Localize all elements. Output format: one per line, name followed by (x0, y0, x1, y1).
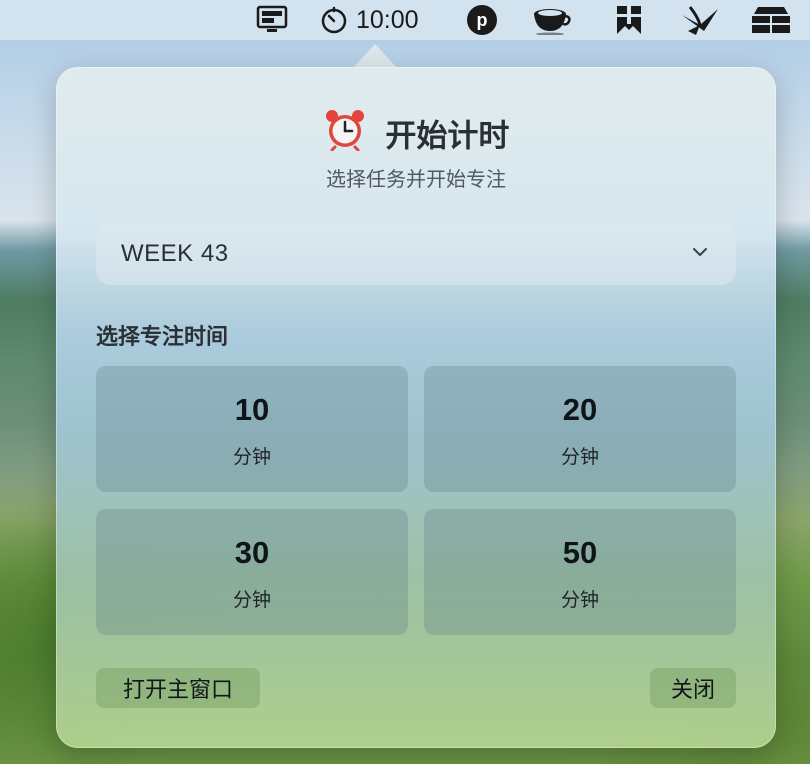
monitor-icon[interactable] (255, 4, 289, 36)
menu-bar: 10:00 p (0, 0, 810, 40)
popover-caret (353, 44, 397, 68)
coffee-cup-icon[interactable] (532, 4, 572, 36)
close-button[interactable]: 关闭 (650, 668, 736, 708)
chevron-down-icon (693, 248, 707, 256)
popover-title-text: 开始计时 (385, 118, 510, 155)
p-circle-icon[interactable]: p (466, 4, 498, 36)
duration-section-label: 选择专注时间 (96, 325, 229, 350)
duration-option-20[interactable]: 20 分钟 (424, 366, 736, 492)
alarm-clock-icon (323, 107, 367, 159)
stack-icon[interactable] (750, 4, 792, 36)
task-select[interactable]: WEEK 43 (96, 222, 736, 285)
timer-menu-item[interactable]: 10:00 (320, 4, 419, 36)
start-timer-popover: 开始计时 选择任务并开始专注 WEEK 43 选择专注时间 10 分钟 20 分… (56, 67, 776, 748)
duration-unit: 分钟 (560, 446, 599, 468)
duration-minutes: 10 (234, 392, 270, 427)
duration-minutes: 20 (562, 392, 598, 427)
bookmark-app-icon[interactable] (614, 4, 644, 36)
popover-title: 开始计时 (56, 107, 776, 159)
popover-subtitle: 选择任务并开始专注 (326, 167, 506, 191)
timer-icon (321, 6, 347, 34)
duration-option-10[interactable]: 10 分钟 (96, 366, 408, 492)
duration-unit: 分钟 (560, 589, 599, 611)
duration-unit: 分钟 (232, 589, 271, 611)
open-main-window-button[interactable]: 打开主窗口 (96, 668, 260, 708)
paper-plane-icon[interactable] (680, 4, 720, 36)
duration-minutes: 30 (234, 535, 270, 570)
duration-minutes: 50 (562, 535, 598, 570)
menubar-time: 10:00 (356, 5, 419, 34)
duration-unit: 分钟 (232, 446, 271, 468)
duration-option-30[interactable]: 30 分钟 (96, 509, 408, 635)
task-select-value: WEEK 43 (121, 240, 229, 267)
duration-option-50[interactable]: 50 分钟 (424, 509, 736, 635)
